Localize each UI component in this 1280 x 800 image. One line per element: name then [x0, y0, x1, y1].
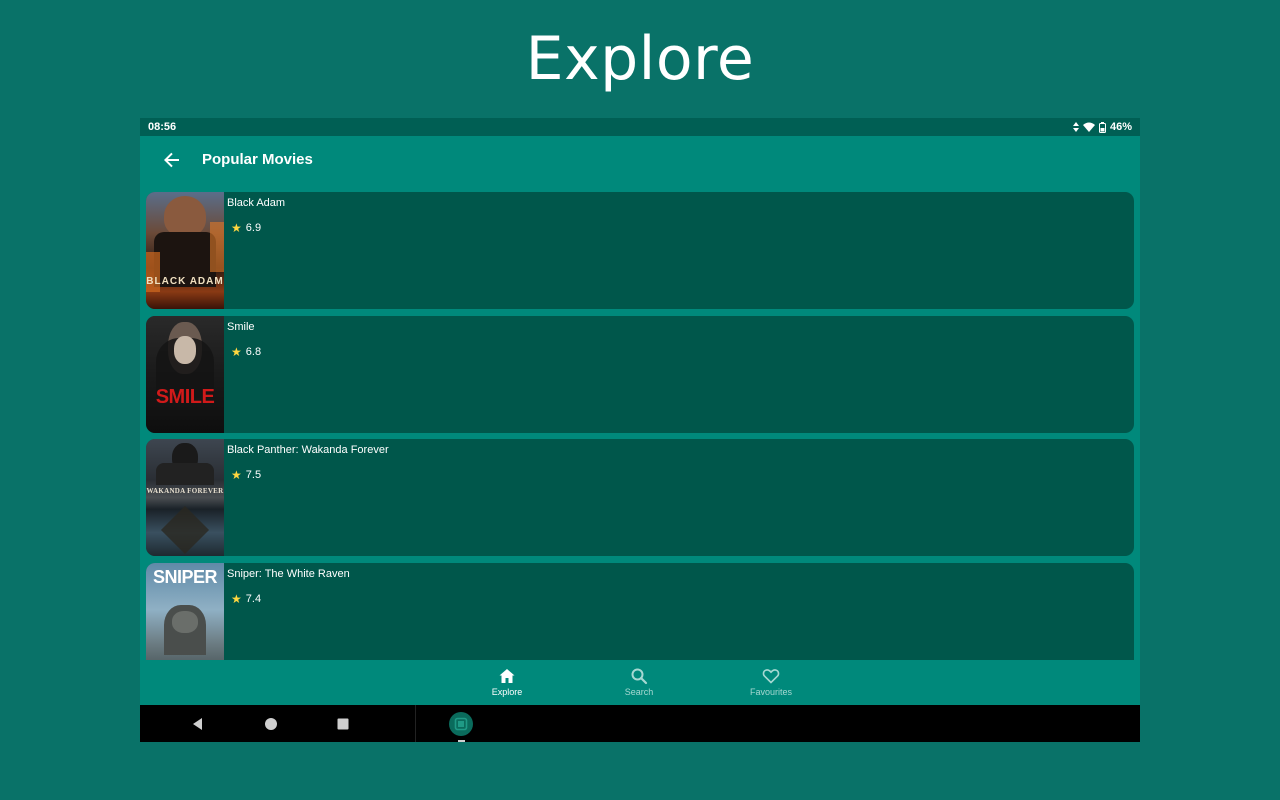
arrow-back-icon[interactable] [160, 148, 184, 172]
rating-value: 7.5 [245, 469, 262, 481]
system-recents-icon[interactable] [333, 714, 353, 734]
poster-title: WAKANDA FOREVER [146, 487, 224, 495]
movie-poster: SMILE [146, 316, 224, 433]
home-icon [499, 669, 515, 683]
star-icon: ★ [231, 468, 242, 482]
system-home-icon[interactable] [261, 714, 281, 734]
movie-title: Black Adam [227, 197, 286, 209]
data-arrows-icon [1072, 122, 1079, 132]
screen-caption: Explore [525, 24, 755, 94]
movie-poster: BLACK ADAM [146, 192, 224, 309]
movie-poster: WAKANDA FOREVER [146, 439, 224, 556]
nav-explore[interactable]: Explore [462, 660, 552, 705]
movie-rating: ★ 6.9 [231, 221, 261, 235]
device-screen: 08:56 46% Popular Movies BLACK ADAM Blac… [140, 118, 1140, 742]
status-icons: 46% [1072, 121, 1132, 133]
status-time: 08:56 [148, 121, 177, 133]
rating-value: 7.4 [245, 593, 262, 605]
movie-card[interactable]: BLACK ADAM Black Adam ★ 6.9 [146, 192, 1134, 309]
system-back-icon[interactable] [188, 714, 208, 734]
nav-favourites[interactable]: Favourites [726, 660, 816, 705]
movie-rating: ★ 6.8 [231, 345, 261, 359]
nav-label: Favourites [749, 687, 793, 697]
movie-rating: ★ 7.5 [231, 468, 261, 482]
app-running-indicator [458, 740, 465, 742]
poster-title: SMILE [155, 386, 215, 408]
wifi-icon [1082, 122, 1095, 132]
star-icon: ★ [231, 345, 242, 359]
movie-title: Smile [227, 321, 255, 333]
rating-value: 6.8 [245, 346, 262, 358]
search-icon [631, 668, 648, 685]
star-icon: ★ [231, 592, 242, 606]
battery-percent: 46% [1109, 121, 1132, 133]
movie-card[interactable]: SMILE Smile ★ 6.8 [146, 316, 1134, 433]
movie-poster: SNIPER [146, 563, 224, 660]
nav-label: Search [624, 687, 654, 697]
poster-title: SNIPER [152, 567, 218, 587]
movie-title: Black Panther: Wakanda Forever [227, 444, 389, 456]
rating-value: 6.9 [245, 222, 262, 234]
nav-label: Explore [491, 687, 523, 697]
app-bar: Popular Movies [140, 136, 1140, 186]
system-navigation-bar [140, 705, 1140, 742]
movie-card[interactable]: SNIPER Sniper: The White Raven ★ 7.4 [146, 563, 1134, 660]
app-launcher-icon[interactable] [448, 711, 474, 737]
star-icon: ★ [231, 221, 242, 235]
bottom-navigation: Explore Search Favourites [140, 660, 1140, 705]
movie-card[interactable]: WAKANDA FOREVER Black Panther: Wakanda F… [146, 439, 1134, 556]
page-title: Popular Movies [202, 151, 313, 168]
status-bar: 08:56 46% [140, 118, 1140, 136]
movie-rating: ★ 7.4 [231, 592, 261, 606]
movie-list[interactable]: BLACK ADAM Black Adam ★ 6.9 SMILE Smile … [140, 186, 1140, 660]
nav-search[interactable]: Search [594, 660, 684, 705]
heart-icon [762, 669, 780, 684]
battery-icon [1098, 121, 1106, 133]
poster-title: BLACK ADAM [146, 276, 224, 287]
taskbar-divider [415, 705, 416, 742]
movie-title: Sniper: The White Raven [227, 568, 350, 580]
